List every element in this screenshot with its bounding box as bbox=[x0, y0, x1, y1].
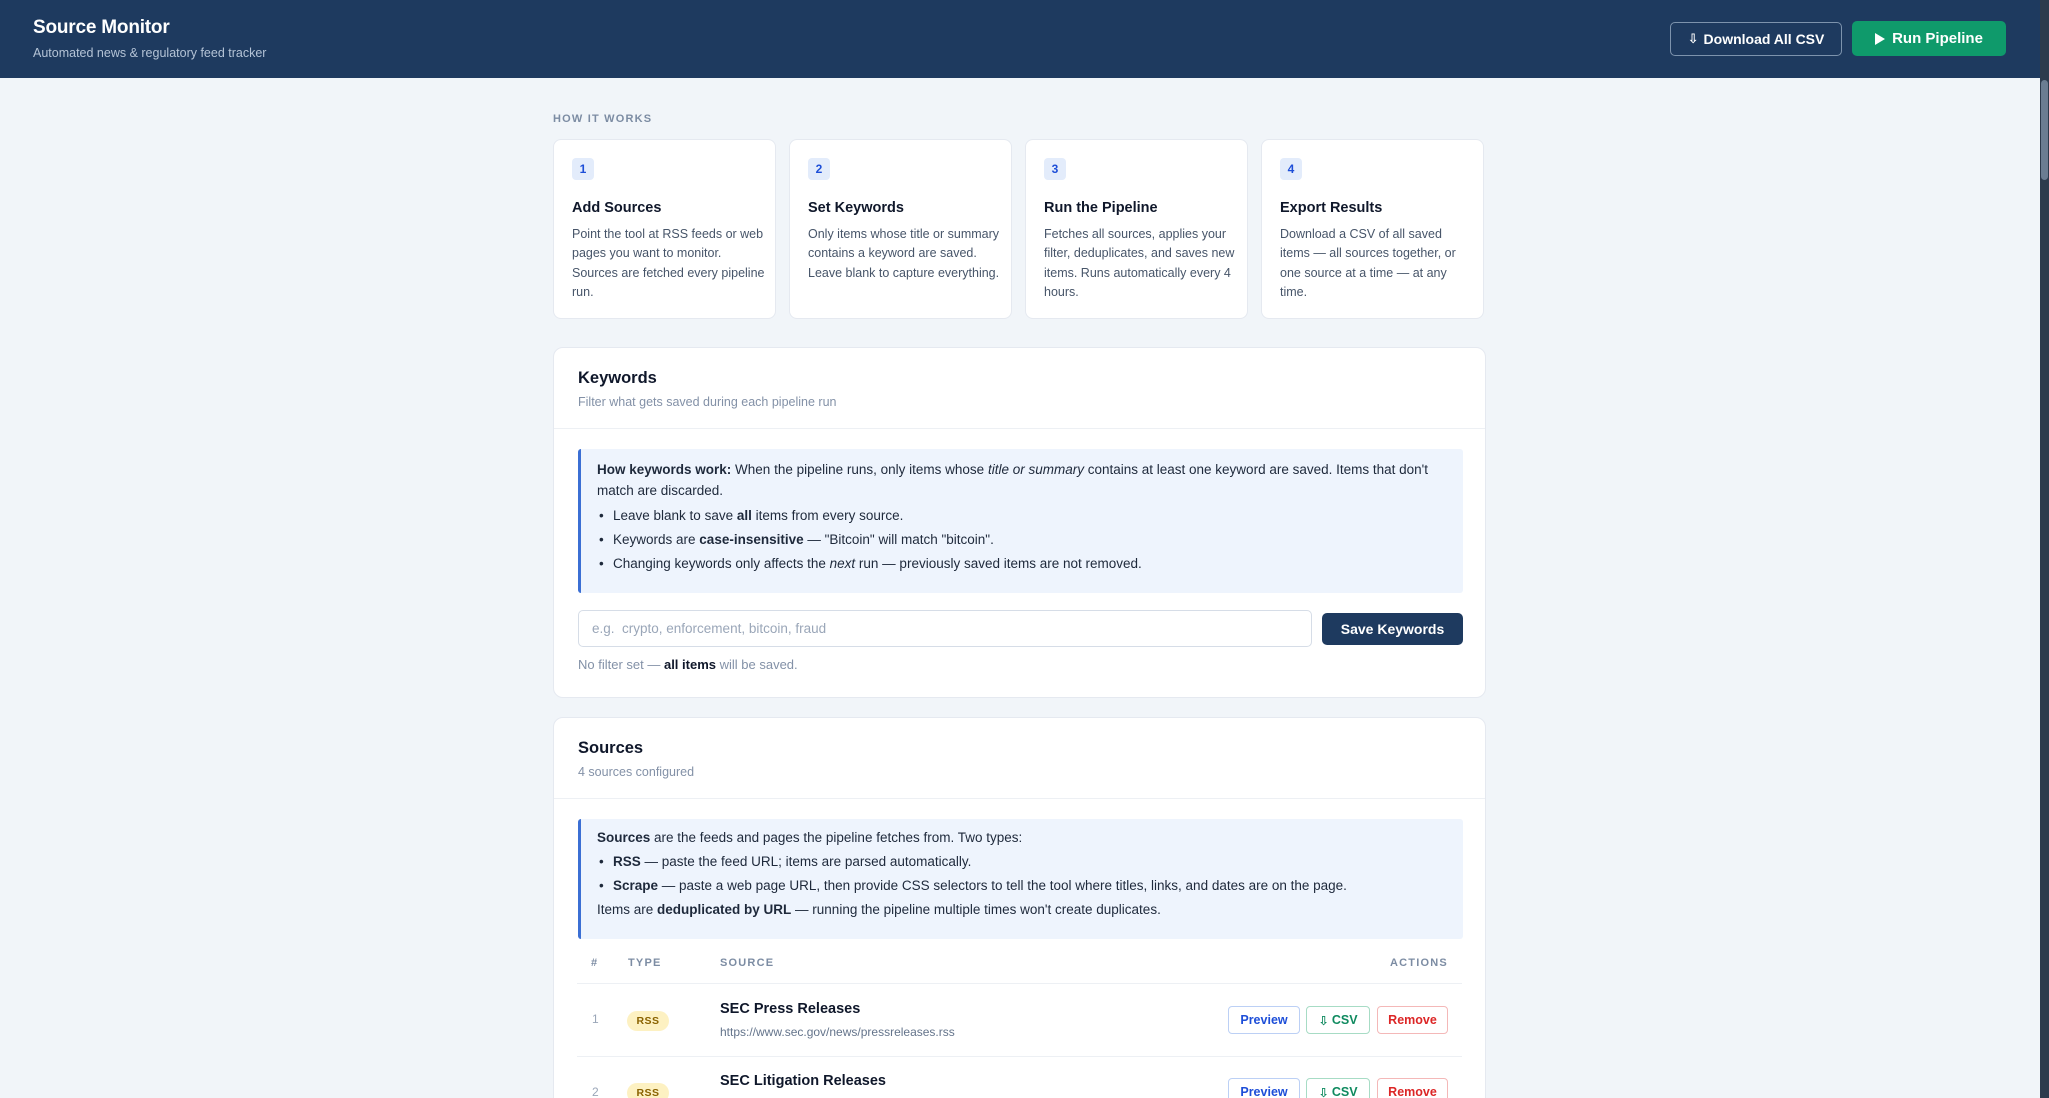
keywords-info-text: When the pipeline runs, only items whose bbox=[731, 462, 988, 477]
table-header-divider bbox=[577, 983, 1462, 984]
text: No filter set — bbox=[578, 657, 664, 672]
column-header-type: TYPE bbox=[628, 957, 662, 969]
text: — running the pipeline multiple times wo… bbox=[791, 902, 1161, 917]
keywords-info-paragraph: How keywords work: When the pipeline run… bbox=[597, 459, 1447, 501]
app-subtitle: Automated news & regulatory feed tracker bbox=[33, 46, 267, 60]
emphasis: Sources bbox=[597, 830, 651, 845]
keywords-status: No filter set — all items will be saved. bbox=[578, 657, 798, 672]
text: will be saved. bbox=[716, 657, 798, 672]
download-icon: ⇩ bbox=[1687, 31, 1699, 46]
column-header-number: # bbox=[591, 957, 599, 969]
keywords-card: Keywords Filter what gets saved during e… bbox=[553, 347, 1486, 698]
step-title: Add Sources bbox=[572, 200, 662, 216]
text: Items are bbox=[597, 902, 658, 917]
step-number: 1 bbox=[572, 158, 594, 180]
text: — "Bitcoin" will match "bitcoin". bbox=[803, 532, 994, 547]
list-item: Leave blank to save all items from every… bbox=[597, 505, 1447, 526]
emphasis: case-insensitive bbox=[699, 532, 804, 547]
list-item: Scrape — paste a web page URL, then prov… bbox=[597, 875, 1447, 896]
emphasis: RSS bbox=[613, 854, 641, 869]
preview-button[interactable]: Preview bbox=[1228, 1078, 1300, 1098]
step-description: Point the tool at RSS feeds or web pages… bbox=[572, 227, 765, 299]
scrollbar-thumb[interactable] bbox=[2041, 80, 2048, 180]
app-viewport: Source Monitor Automated news & regulato… bbox=[0, 0, 2040, 1098]
text: — paste the feed URL; items are parsed a… bbox=[640, 854, 972, 869]
keywords-title: Keywords bbox=[578, 369, 657, 387]
emphasis: all items bbox=[663, 657, 716, 672]
list-item: Keywords are case-insensitive — "Bitcoin… bbox=[597, 529, 1447, 550]
emphasis: next bbox=[829, 556, 856, 571]
keywords-info-list: Leave blank to save all items from every… bbox=[597, 505, 1447, 574]
top-bar: Source Monitor Automated news & regulato… bbox=[0, 0, 2040, 78]
sources-info-list: RSS — paste the feed URL; items are pars… bbox=[597, 851, 1447, 896]
step-card-run-pipeline: 3 Run the Pipeline Fetches all sources, … bbox=[1025, 139, 1248, 319]
source-url: https://www.sec.gov/news/pressreleases.r… bbox=[720, 1025, 955, 1039]
sources-card: Sources 4 sources configured Sources are… bbox=[553, 717, 1486, 1098]
step-number: 2 bbox=[808, 158, 830, 180]
emphasis: deduplicated by URL bbox=[657, 902, 792, 917]
step-title: Export Results bbox=[1280, 200, 1383, 216]
emphasis: all bbox=[736, 508, 752, 523]
emphasis: Scrape bbox=[613, 878, 659, 893]
column-header-actions: ACTIONS bbox=[1390, 957, 1448, 969]
app-title: Source Monitor bbox=[33, 17, 170, 38]
step-number: 3 bbox=[1044, 158, 1066, 180]
keywords-info-lead: How keywords work: bbox=[597, 462, 732, 477]
step-title: Set Keywords bbox=[808, 200, 904, 216]
text: run — previously saved items are not rem… bbox=[855, 556, 1142, 571]
type-badge: RSS bbox=[627, 1083, 669, 1098]
remove-button[interactable]: Remove bbox=[1377, 1006, 1448, 1034]
sources-subtitle: 4 sources configured bbox=[578, 765, 695, 779]
csv-button[interactable]: ⇩ CSV bbox=[1306, 1006, 1370, 1034]
text: Keywords are bbox=[613, 532, 700, 547]
sources-title: Sources bbox=[578, 739, 644, 757]
step-description: Download a CSV of all saved items — all … bbox=[1280, 227, 1456, 299]
play-icon bbox=[1875, 32, 1886, 45]
download-all-csv-button[interactable]: ⇩ Download All CSV bbox=[1670, 22, 1842, 56]
csv-label: CSV bbox=[1331, 1085, 1358, 1098]
text: are the feeds and pages the pipeline fet… bbox=[650, 830, 1023, 845]
row-divider bbox=[577, 1056, 1462, 1057]
list-item: Changing keywords only affects the next … bbox=[597, 553, 1447, 574]
card-divider bbox=[554, 798, 1485, 799]
text: Changing keywords only affects the bbox=[613, 556, 830, 571]
how-it-works-label: HOW IT WORKS bbox=[553, 113, 653, 125]
source-name: SEC Press Releases bbox=[720, 1001, 861, 1017]
download-all-csv-label: Download All CSV bbox=[1703, 31, 1825, 47]
row-number: 2 bbox=[592, 1085, 599, 1098]
save-keywords-button[interactable]: Save Keywords bbox=[1322, 613, 1463, 645]
source-name: SEC Litigation Releases bbox=[720, 1073, 886, 1089]
download-icon: ⇩ bbox=[1318, 1085, 1329, 1098]
sources-info-paragraph: Sources are the feeds and pages the pipe… bbox=[597, 827, 1447, 848]
preview-button[interactable]: Preview bbox=[1228, 1006, 1300, 1034]
run-pipeline-button[interactable]: Run Pipeline bbox=[1852, 21, 2006, 56]
sources-info-box: Sources are the feeds and pages the pipe… bbox=[578, 819, 1463, 939]
keywords-info-box: How keywords work: When the pipeline run… bbox=[578, 449, 1463, 593]
keywords-info-emphasis: title or summary bbox=[987, 462, 1084, 477]
keywords-subtitle: Filter what gets saved during each pipel… bbox=[578, 395, 837, 409]
step-card-export-results: 4 Export Results Download a CSV of all s… bbox=[1261, 139, 1484, 319]
card-divider bbox=[554, 428, 1485, 429]
step-card-add-sources: 1 Add Sources Point the tool at RSS feed… bbox=[553, 139, 776, 319]
run-pipeline-label: Run Pipeline bbox=[1892, 30, 1983, 47]
keywords-input[interactable] bbox=[578, 610, 1312, 647]
text: Leave blank to save bbox=[613, 508, 737, 523]
remove-button[interactable]: Remove bbox=[1377, 1078, 1448, 1098]
list-item: RSS — paste the feed URL; items are pars… bbox=[597, 851, 1447, 872]
column-header-source: SOURCE bbox=[720, 957, 775, 969]
row-number: 1 bbox=[592, 1012, 599, 1026]
step-description: Fetches all sources, applies your filter… bbox=[1044, 227, 1235, 299]
csv-button[interactable]: ⇩ CSV bbox=[1306, 1078, 1370, 1098]
step-title: Run the Pipeline bbox=[1044, 200, 1158, 216]
text: items from every source. bbox=[751, 508, 904, 523]
text: — paste a web page URL, then provide CSS… bbox=[658, 878, 1347, 893]
step-card-set-keywords: 2 Set Keywords Only items whose title or… bbox=[789, 139, 1012, 319]
csv-label: CSV bbox=[1331, 1013, 1358, 1027]
step-number: 4 bbox=[1280, 158, 1302, 180]
type-badge: RSS bbox=[627, 1011, 669, 1031]
download-icon: ⇩ bbox=[1318, 1013, 1329, 1028]
sources-dedup-note: Items are deduplicated by URL — running … bbox=[597, 899, 1447, 920]
step-description: Only items whose title or summary contai… bbox=[808, 227, 1000, 280]
